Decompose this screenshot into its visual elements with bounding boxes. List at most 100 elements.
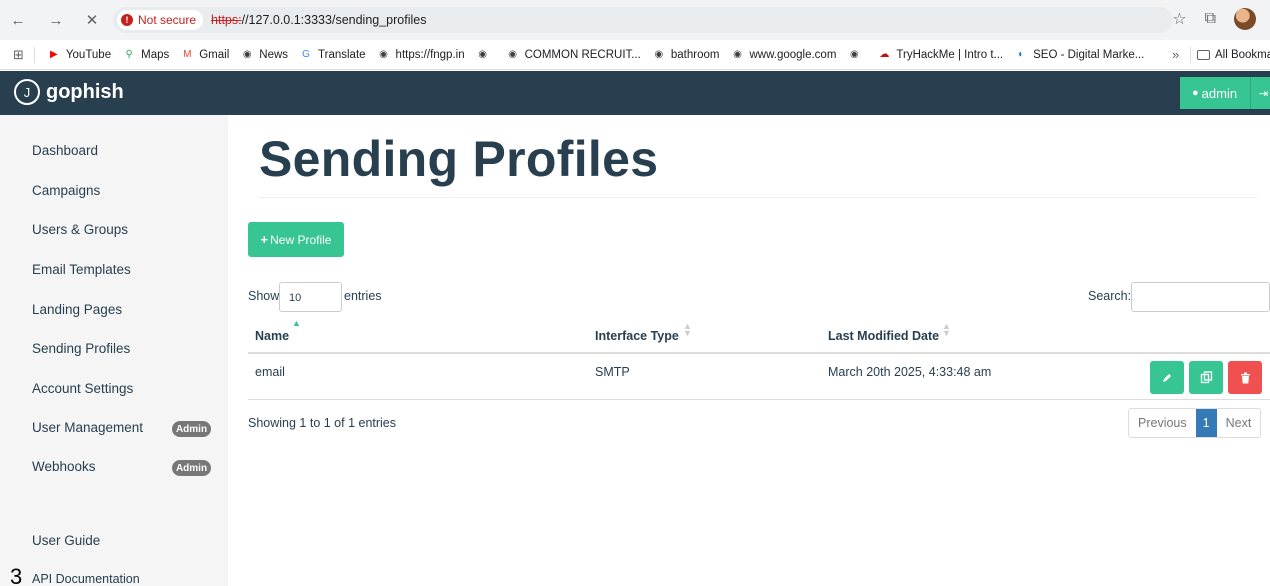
step-number: 3 [10, 564, 23, 586]
bookmark-item[interactable]: ◉ www.google.com [730, 48, 836, 62]
table-info: Showing 1 to 1 of 1 entries [248, 416, 397, 430]
gmail-icon: M [183, 49, 192, 60]
security-label: Not secure [138, 13, 197, 27]
plus-icon: + [260, 232, 269, 247]
stop-loading-button[interactable]: ✕ [78, 6, 106, 34]
globe-icon: ◉ [242, 49, 252, 60]
security-indicator[interactable]: ! Not secure [117, 10, 204, 30]
copy-button[interactable] [1189, 361, 1223, 394]
bookmark-item[interactable]: M Gmail [180, 48, 229, 62]
bookmark-label: Maps [141, 48, 170, 61]
brand-name: gophish [46, 80, 124, 103]
bookmark-star-icon[interactable]: ☆ [1172, 9, 1186, 29]
bookmark-item[interactable]: ◉ News [240, 48, 288, 62]
back-button[interactable]: ← [4, 6, 32, 34]
sidebar-item-campaigns[interactable]: Campaigns [32, 183, 100, 198]
bookmark-item[interactable]: ◉ [476, 48, 495, 62]
bookmark-item[interactable]: ◉ https://fngp.in [377, 48, 465, 62]
bookmark-item[interactable]: ◉ [847, 48, 866, 62]
search-input[interactable] [1131, 282, 1270, 312]
maps-icon: ⚲ [125, 49, 133, 60]
extensions-icon[interactable]: ⧉ [1205, 10, 1216, 28]
address-bar[interactable]: ! Not secure https: //127.0.0.1:3333/sen… [113, 7, 1173, 33]
bookmark-label: YouTube [65, 48, 112, 61]
translate-icon: G [302, 49, 310, 60]
sidebar-item-account-settings[interactable]: Account Settings [32, 381, 133, 396]
sidebar-item-user-management[interactable]: User Management [32, 420, 143, 435]
globe-icon: ◉ [850, 49, 859, 60]
cell-last-modified: March 20th 2025, 4:33:48 am [828, 365, 992, 379]
bookmark-item[interactable]: ◉ bathroom [652, 48, 720, 62]
bookmark-label: bathroom [670, 48, 720, 61]
gophish-logo-icon: J [14, 79, 40, 105]
entries-label: entries [344, 289, 382, 303]
bookmark-item[interactable]: G Translate [299, 48, 366, 62]
globe-icon: ◉ [379, 49, 388, 60]
bookmark-label: Translate [318, 48, 366, 61]
sidebar-item-webhooks[interactable]: Webhooks [32, 459, 96, 474]
page-1-button[interactable]: 1 [1195, 409, 1217, 437]
sidebar-item-user-guide[interactable]: User Guide [32, 533, 100, 548]
search-label: Search: [1088, 289, 1132, 303]
all-bookmarks-button[interactable]: All Bookmarl [1197, 49, 1270, 61]
bookmark-item[interactable]: ◉ COMMON RECRUIT... [506, 48, 641, 62]
all-bookmarks-label: All Bookmarl [1215, 48, 1270, 61]
sidebar-item-email-templates[interactable]: Email Templates [32, 262, 131, 277]
sidebar-item-sending-profiles[interactable]: Sending Profiles [32, 341, 130, 356]
bookmark-list: ▶ YouTube ⚲ Maps M Gmail ◉ News G Translate ◉ https… [47, 48, 1155, 62]
profile-avatar[interactable] [1234, 8, 1256, 30]
globe-icon: ◉ [508, 49, 517, 60]
sidebar-item-dashboard[interactable]: Dashboard [32, 143, 98, 158]
page-title: Sending Profiles [259, 131, 659, 187]
admin-badge: Admin [172, 421, 211, 437]
column-header-last-modified[interactable]: Last Modified Date [828, 329, 939, 343]
pencil-icon [1163, 373, 1171, 382]
delete-button[interactable] [1228, 361, 1262, 394]
trash-icon [1240, 372, 1250, 383]
user-menu-button[interactable]: ● admin ⇥ [1180, 77, 1270, 109]
bookmark-label: Gmail [199, 48, 230, 61]
bookmark-label: TryHackMe | Intro t... [896, 48, 1004, 61]
bookmark-label: www.google.com [749, 48, 837, 61]
globe-icon: ◉ [733, 49, 742, 60]
sidebar-item-api-documentation[interactable]: API Documentation [32, 572, 140, 586]
pagination: Previous 1 Next [1128, 408, 1262, 438]
user-name: admin [1201, 85, 1238, 101]
bookmark-label: https://fngp.in [395, 48, 465, 61]
table-header-divider [248, 352, 1270, 354]
brand-link[interactable]: J gophish [14, 79, 124, 105]
sort-icon: ▲ ▼ [683, 321, 692, 338]
sidebar-item-landing-pages[interactable]: Landing Pages [32, 302, 122, 317]
bookmark-item[interactable]: ◐ SEO - Digital Marke... [1014, 48, 1144, 62]
column-header-interface-type[interactable]: Interface Type [595, 329, 679, 343]
cell-interface-type: SMTP [595, 365, 630, 379]
globe-icon: ◉ [478, 49, 487, 60]
edit-button[interactable] [1150, 361, 1184, 394]
bookmark-label: SEO - Digital Marke... [1033, 48, 1145, 61]
bookmark-item[interactable]: ▶ YouTube [47, 48, 111, 62]
sidebar-item-users-groups[interactable]: Users & Groups [32, 222, 128, 237]
new-profile-label: New Profile [270, 232, 332, 247]
folder-icon [1197, 49, 1210, 60]
seo-icon: ◐ [1018, 49, 1025, 60]
browser-toolbar: ← → ✕ ! Not secure https: //127.0.0.1:33… [0, 0, 1270, 40]
copy-icon [1200, 371, 1212, 384]
bookmark-item[interactable]: ⚲ Maps [122, 48, 169, 62]
apps-grid-icon[interactable]: ⊞ [13, 47, 24, 63]
previous-page-button[interactable]: Previous [1129, 409, 1196, 437]
url-path: //127.0.0.1:3333/sending_profiles [241, 13, 427, 27]
column-header-name[interactable]: Name [255, 329, 289, 343]
more-bookmarks-button[interactable]: » [1172, 47, 1179, 62]
new-profile-button[interactable]: + New Profile [248, 222, 344, 257]
forward-button[interactable]: → [42, 6, 70, 34]
show-label: Show [248, 289, 280, 303]
row-divider [248, 399, 1270, 400]
sidebar: Dashboard Campaigns Users & Groups Email… [0, 115, 228, 586]
next-page-button[interactable]: Next [1217, 409, 1261, 437]
app-navbar: J gophish ● admin ⇥ [0, 71, 1270, 115]
cell-name: email [255, 365, 285, 379]
sort-icon: ▲ ▼ [942, 321, 951, 338]
bookmark-item[interactable]: ☁ TryHackMe | Intro t... [877, 48, 1003, 62]
entries-per-page-select[interactable]: 10 [279, 282, 342, 312]
logout-icon[interactable]: ⇥ [1259, 87, 1268, 100]
